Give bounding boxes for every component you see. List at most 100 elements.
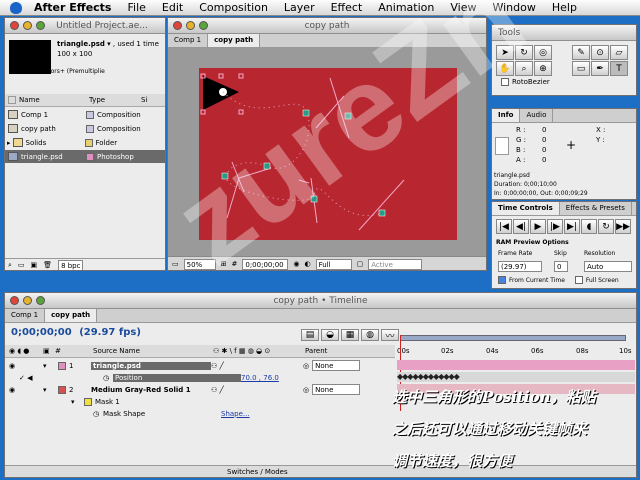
col-size[interactable]: Si — [141, 96, 147, 104]
switches-modes-toggle[interactable]: Switches / Modes — [227, 468, 288, 476]
full-screen-checkbox[interactable] — [574, 276, 583, 284]
eye-icon[interactable]: ◉ — [9, 362, 43, 370]
zoom-icon[interactable] — [36, 296, 45, 305]
timeline-timecode[interactable]: 0;00;00;00 — [11, 327, 72, 338]
project-item[interactable]: Comp 1 Composition — [5, 108, 165, 121]
menu-app[interactable]: After Effects — [26, 1, 119, 14]
parent-select[interactable]: None — [312, 384, 361, 395]
pan-behind-icon[interactable]: ⊕ — [534, 61, 552, 76]
parent-header[interactable]: Parent — [305, 347, 327, 355]
layer-1-bar[interactable] — [397, 360, 635, 370]
motion-blur-icon[interactable]: ◍ — [361, 329, 379, 341]
layer-expand-icon[interactable]: ▾ — [43, 362, 55, 370]
keyframes[interactable] — [221, 109, 457, 217]
keyframe-navigator-icon[interactable]: ✓ ◀ — [19, 374, 43, 382]
menu-view[interactable]: View — [442, 1, 484, 14]
tab-copy-path[interactable]: copy path — [45, 309, 98, 322]
text-tool-icon[interactable]: T — [610, 61, 628, 76]
tab-info[interactable]: Info — [492, 109, 521, 122]
next-frame-icon[interactable]: |▶ — [547, 219, 563, 234]
tab-comp-1[interactable]: Comp 1 — [168, 34, 209, 47]
rotation-tool-icon[interactable]: ↻ — [515, 45, 533, 60]
minimize-icon[interactable] — [186, 21, 195, 30]
pen-tool-icon[interactable]: ✒ — [591, 61, 609, 76]
hand-tool-icon[interactable]: ✋ — [496, 61, 514, 76]
menu-file[interactable]: File — [119, 1, 153, 14]
eye-icon[interactable]: ◉ — [9, 386, 43, 394]
monitor-icon[interactable]: ▭ — [172, 260, 179, 268]
chevron-down-icon[interactable]: ▾ — [107, 40, 111, 48]
position-keyframes[interactable]: ◆◆◆◆◆◆◆◆◆◆◆◆ — [397, 372, 635, 382]
work-area-bar[interactable] — [400, 335, 626, 341]
first-frame-icon[interactable]: |◀ — [496, 219, 512, 234]
tab-copy-path[interactable]: copy path — [208, 34, 261, 47]
menu-animation[interactable]: Animation — [370, 1, 442, 14]
zoom-tool-icon[interactable]: ⌕ — [515, 61, 533, 76]
find-icon[interactable]: ⌕ — [8, 261, 12, 270]
selection-tool-icon[interactable]: ➤ — [496, 45, 514, 60]
tab-time-controls[interactable]: Time Controls — [492, 202, 560, 215]
menu-help[interactable]: Help — [544, 1, 585, 14]
graph-editor-icon[interactable]: 〰 — [381, 329, 399, 342]
tab-comp-1[interactable]: Comp 1 — [5, 309, 46, 322]
close-icon[interactable] — [173, 21, 182, 30]
resolution-select[interactable]: Full — [315, 258, 352, 270]
new-comp-icon[interactable]: ▣ — [31, 261, 38, 269]
menu-effect[interactable]: Effect — [323, 1, 371, 14]
safe-zones-icon[interactable]: ⊞ — [221, 260, 227, 268]
mask-shape-row[interactable]: ◷ Mask Shape Shape... — [5, 407, 395, 420]
col-name[interactable]: Name — [19, 96, 89, 104]
project-item[interactable]: copy path Composition — [5, 122, 165, 135]
project-item-selected[interactable]: triangle.psd Photoshop — [5, 150, 165, 163]
pickwhip-icon[interactable]: ◎ — [303, 386, 309, 394]
layer-switches[interactable]: ⚇ ╱ — [211, 386, 303, 394]
new-folder-icon[interactable]: ▭ — [18, 261, 25, 269]
mask-expand-icon[interactable]: ▾ — [71, 398, 81, 406]
resolution-select[interactable]: Auto — [584, 261, 632, 272]
comp-canvas[interactable] — [199, 68, 457, 240]
channel-icon[interactable]: ◐ — [304, 260, 310, 268]
menu-window[interactable]: Window — [484, 1, 543, 14]
tab-audio[interactable]: Audio — [520, 109, 554, 122]
menu-edit[interactable]: Edit — [154, 1, 191, 14]
layer-expand-icon[interactable]: ▾ — [43, 386, 55, 394]
prev-frame-icon[interactable]: ◀| — [513, 219, 529, 234]
minimize-icon[interactable] — [23, 296, 32, 305]
zoom-icon[interactable] — [36, 21, 45, 30]
minimize-icon[interactable] — [23, 21, 32, 30]
close-icon[interactable] — [10, 296, 19, 305]
stopwatch-icon[interactable]: ◷ — [103, 374, 113, 382]
parent-select[interactable]: None — [312, 360, 361, 371]
camera-select[interactable]: Active Camera — [368, 258, 423, 270]
pickwhip-icon[interactable]: ◎ — [303, 362, 309, 370]
skip-field[interactable]: 0 — [554, 261, 568, 272]
apple-icon[interactable] — [10, 1, 22, 14]
source-name-header[interactable]: Source Name — [93, 347, 213, 355]
bit-depth-button[interactable]: 8 bpc — [58, 259, 84, 270]
frame-rate-select[interactable]: (29.97) — [498, 261, 542, 272]
grid-icon[interactable]: # — [232, 260, 238, 268]
zoom-select[interactable]: 50% — [183, 258, 216, 270]
disclosure-triangle-icon[interactable]: ▸ — [7, 139, 11, 147]
orbit-camera-icon[interactable]: ◎ — [534, 45, 552, 60]
mask-shape-link[interactable]: Shape... — [221, 410, 250, 418]
col-type[interactable]: Type — [89, 96, 141, 104]
zoom-icon[interactable] — [199, 21, 208, 30]
trash-icon[interactable]: 🗑 — [43, 261, 52, 269]
menu-composition[interactable]: Composition — [191, 1, 276, 14]
ram-preview-icon[interactable]: ▶▶ — [615, 219, 631, 234]
loop-icon[interactable]: ↻ — [598, 219, 614, 234]
comp-flowchart-icon[interactable]: ▤ — [301, 329, 319, 341]
from-current-checkbox[interactable] — [498, 276, 506, 284]
audio-icon[interactable]: ◖ — [581, 219, 597, 234]
project-item[interactable]: ▸ Solids Folder — [5, 136, 165, 149]
region-icon[interactable]: ▢ — [357, 260, 364, 268]
close-icon[interactable] — [10, 21, 19, 30]
brush-tool-icon[interactable]: ✎ — [572, 45, 590, 60]
play-icon[interactable]: ▶ — [530, 219, 546, 234]
rotobezier-checkbox[interactable] — [501, 78, 509, 86]
eraser-tool-icon[interactable]: ▱ — [610, 45, 628, 60]
camera-icon[interactable]: ◉ — [293, 260, 299, 268]
frame-blend-icon[interactable]: ▦ — [341, 329, 359, 341]
shy-layers-icon[interactable]: ◒ — [321, 329, 339, 341]
